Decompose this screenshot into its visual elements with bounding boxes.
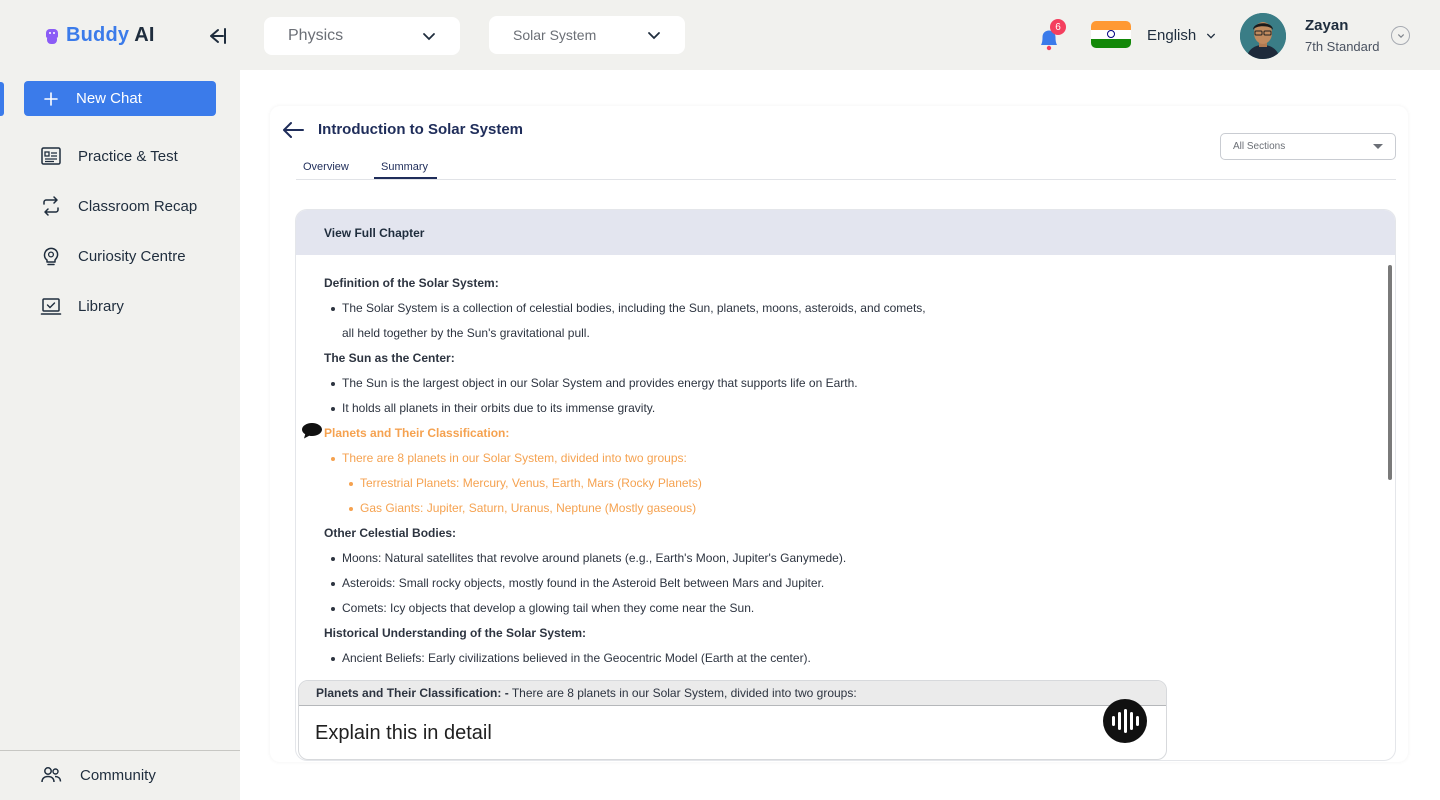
section-heading: Definition of the Solar System: — [324, 276, 499, 290]
language-value: English — [1147, 27, 1197, 44]
summary-line: There are 8 planets in our Solar System,… — [324, 446, 1374, 471]
ask-input[interactable] — [315, 719, 1075, 747]
summary-line: The Solar System is a collection of cele… — [324, 296, 1374, 321]
chevron-down-icon — [648, 32, 660, 40]
language-select[interactable]: English — [1147, 27, 1216, 44]
sections-filter-select[interactable]: All Sections — [1220, 133, 1396, 160]
back-arrow-icon[interactable] — [281, 120, 305, 140]
sidebar-item-practice-test[interactable]: Practice & Test — [40, 142, 178, 170]
topic-value: Solar System — [513, 27, 597, 43]
active-nav-marker — [0, 82, 4, 116]
summary-line: all held together by the Sun's gravitati… — [342, 326, 590, 340]
india-flag-icon[interactable] — [1091, 21, 1131, 48]
sidebar-divider — [0, 750, 240, 751]
summary-content: Definition of the Solar System: The Solar… — [324, 271, 1374, 671]
summary-line: Asteroids: Small rocky objects, mostly f… — [324, 571, 1374, 596]
sidebar-item-label: Library — [78, 297, 124, 315]
plus-icon — [44, 91, 58, 106]
user-menu-button[interactable] — [1391, 26, 1410, 45]
sidebar-item-label: Curiosity Centre — [78, 247, 186, 265]
sections-filter-value: All Sections — [1233, 141, 1286, 152]
section-heading: Planets and Their Classification: — [324, 426, 510, 440]
community-label: Community — [80, 766, 156, 784]
recap-icon — [43, 196, 59, 216]
section-heading: Historical Understanding of the Solar Sy… — [324, 626, 587, 640]
summary-line: Gas Giants: Jupiter, Saturn, Uranus, Nep… — [324, 496, 1374, 521]
selected-context: Planets and Their Classification: - Ther… — [299, 681, 1166, 706]
ask-panel: Planets and Their Classification: - Ther… — [298, 680, 1167, 760]
sidebar-item-label: Practice & Test — [78, 147, 178, 165]
subject-select[interactable]: Physics — [264, 17, 460, 55]
notification-count-badge: 6 — [1050, 19, 1066, 35]
tab-summary[interactable]: Summary — [381, 161, 428, 173]
summary-line: It holds all planets in their orbits due… — [324, 396, 1374, 421]
sidebar-item-community[interactable]: Community — [40, 764, 156, 786]
sidebar-item-label: Classroom Recap — [78, 197, 198, 215]
tab-overview[interactable]: Overview — [303, 161, 349, 173]
chevron-down-icon — [1397, 33, 1404, 38]
community-icon — [41, 767, 62, 783]
tabs-divider — [296, 179, 1396, 180]
sidebar-item-library[interactable]: Library — [40, 292, 124, 320]
brand-name: Buddy AI — [66, 24, 155, 46]
selected-context-label: Planets and Their Classification: - — [316, 686, 509, 700]
summary-line: Terrestrial Planets: Mercury, Venus, Ear… — [324, 471, 1374, 496]
topic-select[interactable]: Solar System — [489, 16, 685, 54]
new-chat-button[interactable]: New Chat — [24, 81, 216, 116]
new-chat-label: New Chat — [76, 90, 142, 107]
content-scrollbar[interactable] — [1388, 265, 1392, 480]
chevron-down-icon — [423, 33, 435, 41]
brand-logo[interactable]: Buddy AI — [44, 24, 155, 47]
view-full-chapter-button[interactable]: View Full Chapter — [296, 210, 1395, 255]
user-name: Zayan — [1305, 17, 1349, 34]
summary-line: Comets: Icy objects that develop a glowi… — [324, 596, 1374, 621]
robot-logo-icon — [44, 27, 60, 45]
page-title: Introduction to Solar System — [318, 121, 524, 138]
section-heading: Other Celestial Bodies: — [324, 526, 457, 540]
library-icon — [40, 298, 62, 315]
practice-test-icon — [41, 147, 61, 165]
voice-input-button[interactable] — [1103, 699, 1147, 743]
summary-line: Moons: Natural satellites that revolve a… — [324, 546, 1374, 571]
summary-line: Ancient Beliefs: Early civilizations bel… — [324, 646, 1374, 671]
chevron-down-icon — [1207, 33, 1216, 39]
curiosity-icon — [43, 247, 59, 266]
sidebar-item-classroom-recap[interactable]: Classroom Recap — [40, 192, 197, 220]
selected-context-text: There are 8 planets in our Solar System,… — [511, 686, 857, 700]
summary-line: The Sun is the largest object in our Sol… — [324, 371, 1374, 396]
comment-icon[interactable] — [301, 422, 323, 440]
avatar[interactable] — [1240, 13, 1286, 59]
collapse-sidebar-icon[interactable] — [206, 25, 228, 47]
subject-value: Physics — [288, 27, 344, 44]
sidebar-item-curiosity-centre[interactable]: Curiosity Centre — [40, 242, 186, 270]
section-heading: The Sun as the Center: — [324, 351, 455, 365]
caret-down-icon — [1373, 143, 1383, 149]
user-grade: 7th Standard — [1305, 39, 1380, 54]
